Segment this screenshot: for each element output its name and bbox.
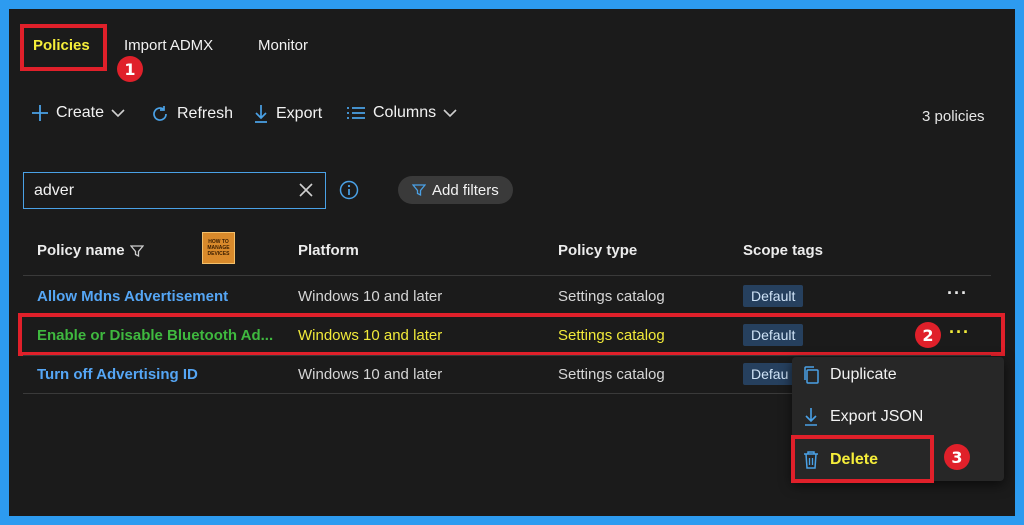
header-platform[interactable]: Platform — [298, 242, 359, 259]
header-scope-tags[interactable]: Scope tags — [743, 242, 823, 259]
policy-count: 3 policies — [922, 108, 985, 125]
create-label: Create — [56, 104, 105, 121]
create-button[interactable]: Create — [31, 104, 125, 122]
header-policy-type[interactable]: Policy type — [558, 242, 637, 259]
info-icon[interactable] — [339, 180, 359, 200]
refresh-button[interactable]: Refresh — [150, 104, 233, 124]
export-button[interactable]: Export — [253, 104, 322, 124]
row-3-policy-name[interactable]: Turn off Advertising ID — [37, 366, 198, 383]
row-1-more-button[interactable]: ··· — [947, 283, 968, 304]
copy-icon — [804, 366, 819, 384]
row-3-policy-type: Settings catalog — [558, 366, 665, 383]
filter-icon[interactable] — [130, 244, 144, 258]
menu-export-json-label: Export JSON — [830, 408, 924, 425]
export-label: Export — [276, 105, 323, 122]
row-3-scope-tag: Defau — [743, 363, 797, 385]
row-1-scope-tag: Default — [743, 285, 804, 307]
download-icon — [805, 408, 817, 426]
row-1-policy-name[interactable]: Allow Mdns Advertisement — [37, 288, 228, 305]
menu-item-duplicate[interactable]: Duplicate — [802, 365, 897, 385]
search-value: adver — [34, 181, 75, 199]
download-icon — [255, 105, 267, 123]
plus-icon — [32, 105, 48, 121]
filter-icon — [412, 184, 426, 197]
callout-box-delete — [791, 435, 934, 483]
add-filters-label: Add filters — [432, 181, 499, 199]
site-logo: HOW TO MANAGE DEVICES — [202, 232, 235, 264]
tab-monitor[interactable]: Monitor — [258, 37, 308, 54]
clear-search-icon[interactable] — [298, 182, 314, 198]
callout-box-row — [18, 313, 1005, 356]
row-divider — [23, 355, 991, 356]
callout-box-policies — [20, 24, 107, 71]
menu-item-export-json[interactable]: Export JSON — [802, 407, 923, 427]
search-input[interactable]: adver — [23, 172, 326, 209]
columns-label: Columns — [373, 104, 437, 121]
row-3-platform: Windows 10 and later — [298, 366, 443, 383]
columns-icon — [347, 107, 365, 119]
add-filters-button[interactable]: Add filters — [398, 176, 513, 204]
callout-badge-2: 2 — [915, 322, 941, 348]
header-policy-name[interactable]: Policy name — [37, 242, 125, 259]
tab-import-admx[interactable]: Import ADMX — [124, 37, 213, 54]
row-1-policy-type: Settings catalog — [558, 288, 665, 305]
row-1-platform: Windows 10 and later — [298, 288, 443, 305]
app-frame: Policies Import ADMX Monitor 1 Create Re… — [9, 9, 1015, 516]
refresh-label: Refresh — [177, 105, 234, 122]
menu-duplicate-label: Duplicate — [830, 366, 897, 383]
callout-badge-1: 1 — [117, 56, 143, 82]
callout-badge-3: 3 — [944, 444, 970, 470]
header-divider — [23, 275, 991, 276]
refresh-icon — [153, 106, 167, 121]
logo-line-3: DEVICES — [207, 251, 230, 257]
columns-button[interactable]: Columns — [346, 104, 457, 122]
chevron-down-icon — [443, 109, 457, 118]
chevron-down-icon — [111, 109, 125, 118]
